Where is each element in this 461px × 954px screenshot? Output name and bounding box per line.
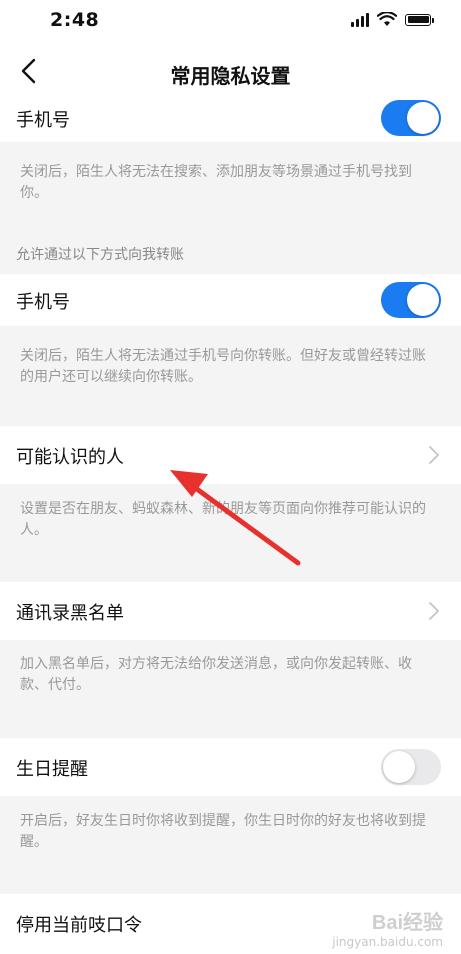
status-time: 2:48 xyxy=(50,9,100,31)
transfer-phone-label: 手机号 xyxy=(16,292,70,313)
watermark-logo: Bai经验 xyxy=(371,912,443,934)
signal-icon xyxy=(351,12,369,27)
birthday-label: 生日提醒 xyxy=(16,759,88,780)
phone-search-label: 手机号 xyxy=(16,110,70,131)
battery-icon xyxy=(405,13,434,26)
people-you-may-know-note: 设置是否在朋友、蚂蚁森林、新的朋友等页面向你推荐可能认识的人。 xyxy=(0,484,461,552)
transfer-phone-row[interactable]: 手机号 xyxy=(0,274,461,326)
birthday-toggle[interactable] xyxy=(381,749,441,785)
phone-search-toggle[interactable] xyxy=(381,100,441,136)
blacklist-row[interactable]: 通讯录黑名单 xyxy=(0,582,461,640)
blacklist-note: 加入黑名单后，对方将无法给你发送消息，或向你发起转账、收款、代付。 xyxy=(0,640,461,708)
phone-search-note: 关闭后，陌生人将无法在搜索、添加朋友等场景通过手机号找到你。 xyxy=(0,142,461,212)
toggle-knob xyxy=(383,751,415,783)
birthday-note: 开启后，好友生日时你将收到提醒，你生日时你的好友也将收到提醒。 xyxy=(0,796,461,864)
chevron-right-icon xyxy=(429,602,439,620)
watermark: Bai经验 jingyan.baidu.com xyxy=(332,906,443,949)
birthday-row[interactable]: 生日提醒 xyxy=(0,738,461,796)
wifi-icon xyxy=(377,12,397,26)
people-you-may-know-row[interactable]: 可能认识的人 xyxy=(0,426,461,484)
toggle-knob xyxy=(407,102,439,134)
transfer-phone-toggle[interactable] xyxy=(381,282,441,318)
status-icons xyxy=(351,12,434,27)
disable-password-label: 停用当前吱口令 xyxy=(16,915,142,936)
transfer-phone-note: 关闭后，陌生人将无法通过手机号向你转账。但好友或曾经转过账的用户还可以继续向你转… xyxy=(0,326,461,398)
nav-bar: 常用隐私设置 xyxy=(0,44,461,100)
watermark-url: jingyan.baidu.com xyxy=(332,935,443,949)
page-title: 常用隐私设置 xyxy=(170,64,291,88)
blacklist-label: 通讯录黑名单 xyxy=(16,603,124,624)
people-you-may-know-label: 可能认识的人 xyxy=(16,447,124,468)
phone-search-row[interactable]: 手机号 xyxy=(0,100,461,142)
chevron-right-icon xyxy=(429,446,439,464)
status-bar: 2:48 xyxy=(0,0,461,44)
toggle-knob xyxy=(407,284,439,316)
transfer-section-title: 允许通过以下方式向我转账 xyxy=(16,247,184,263)
